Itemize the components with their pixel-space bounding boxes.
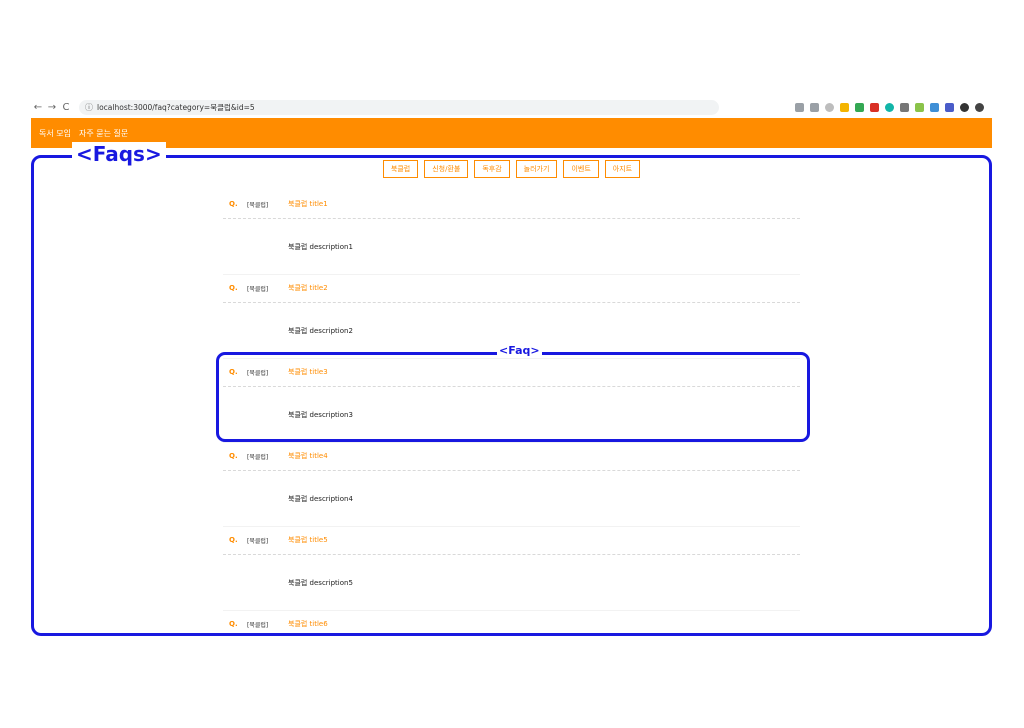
back-icon[interactable]: ← [31, 102, 45, 113]
info-icon[interactable]: ⓘ [85, 102, 93, 113]
app-header: 독서 모임 자주 묻는 질문 [31, 118, 992, 148]
menu-icon[interactable] [975, 103, 984, 112]
url-text: localhost:3000/faq?category=북클럽&id=5 [97, 103, 255, 112]
extension-icon[interactable] [915, 103, 924, 112]
star-icon[interactable] [810, 103, 819, 112]
forward-icon[interactable]: → [45, 102, 59, 113]
nav-faq-link[interactable]: 자주 묻는 질문 [79, 128, 128, 139]
reload-icon[interactable]: C [59, 102, 73, 113]
browser-toolbar: ← → C ⓘ localhost:3000/faq?category=북클럽&… [31, 97, 992, 119]
avatar[interactable] [960, 103, 969, 112]
faq-component-label: <Faq> [497, 344, 542, 357]
faqs-component-label: <Faqs> [72, 142, 166, 166]
extension-icon[interactable] [825, 103, 834, 112]
evernote-icon[interactable] [855, 103, 864, 112]
eyedropper-icon[interactable] [900, 103, 909, 112]
site-title-link[interactable]: 독서 모임 [39, 128, 71, 139]
extension-icon[interactable] [930, 103, 939, 112]
address-bar[interactable]: ⓘ localhost:3000/faq?category=북클럽&id=5 [79, 100, 719, 115]
extension-icon[interactable] [945, 103, 954, 112]
extension-icon[interactable] [840, 103, 849, 112]
extension-icon[interactable] [870, 103, 879, 112]
extension-icons [795, 103, 992, 112]
extension-icon[interactable] [885, 103, 894, 112]
translate-icon[interactable] [795, 103, 804, 112]
faq-component-outline [216, 352, 810, 442]
